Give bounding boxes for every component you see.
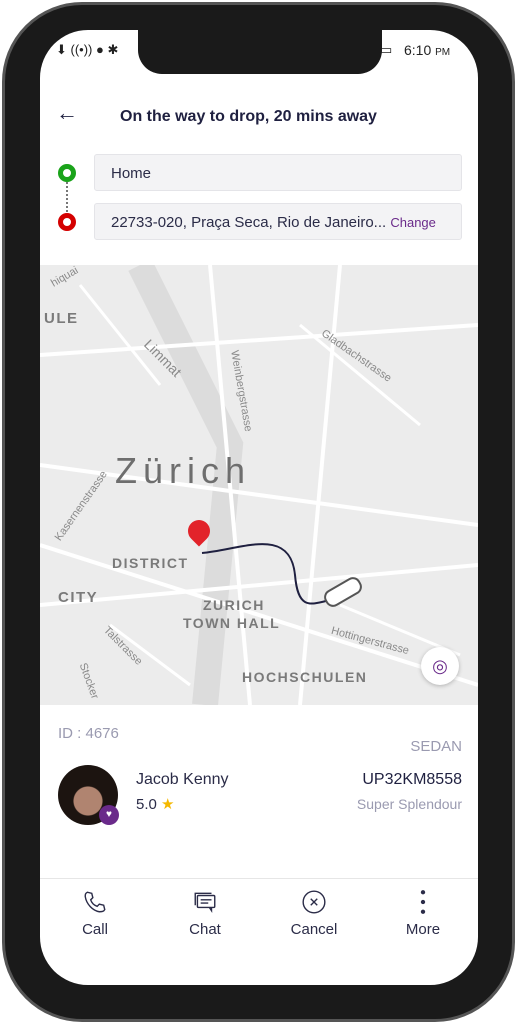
chat-icon	[194, 892, 216, 913]
drop-field[interactable]: 22733-020, Praça Seca, Rio de Janeiro...…	[94, 203, 462, 240]
back-arrow-icon[interactable]: ←	[56, 100, 78, 126]
map-label: HOCHSCHULEN	[242, 669, 368, 685]
call-button[interactable]: Call	[50, 889, 140, 938]
map-roads	[40, 265, 478, 705]
map-label: CITY	[58, 589, 99, 606]
locate-me-icon[interactable]: ◎	[421, 647, 459, 685]
route-connector	[66, 182, 68, 212]
pickup-field[interactable]: Home	[94, 154, 462, 191]
status-ampm: PM	[435, 47, 451, 58]
map-label: ULE	[44, 310, 79, 327]
vehicle-type: SEDAN	[410, 738, 462, 755]
driver-rating: 5.0	[136, 796, 157, 813]
map-label: DISTRICT	[112, 555, 189, 571]
pickup-dot-icon	[58, 164, 76, 182]
pickup-value: Home	[111, 165, 152, 182]
status-icons: ⬇ ((•)) ● ✱	[56, 42, 119, 57]
driver-name: Jacob Kenny	[136, 771, 229, 788]
vehicle-model: Super Splendour	[356, 796, 462, 812]
cancel-button[interactable]: Cancel	[269, 889, 359, 938]
battery-icon: ▭	[380, 42, 393, 57]
ride-info: ID : 4676 SEDAN ♥ Jacob Kenny 5.0 ★ UP32…	[40, 705, 478, 905]
cancel-icon	[302, 890, 326, 914]
more-button[interactable]: More	[378, 889, 468, 938]
bottom-actions: Call Chat Cancel More	[40, 878, 478, 985]
map[interactable]: hiquai ULE Limmat Weinbergstrasse Gladba…	[40, 264, 478, 705]
chat-button[interactable]: Chat	[160, 889, 250, 938]
change-link[interactable]: Change	[390, 215, 436, 230]
vehicle-plate: UP32KM8558	[362, 771, 462, 788]
map-label: ZURICH	[203, 597, 265, 613]
drop-value: 22733-020, Praça Seca, Rio de Janeiro...	[111, 214, 387, 231]
heart-badge-icon: ♥	[99, 805, 119, 825]
map-label-city: Zürich	[115, 450, 252, 491]
drop-dot-icon	[58, 213, 76, 231]
cancel-label: Cancel	[290, 921, 338, 938]
notch	[138, 30, 382, 74]
header: ← On the way to drop, 20 mins away	[40, 92, 478, 142]
more-vertical-icon	[420, 890, 426, 914]
call-label: Call	[82, 921, 108, 938]
more-label: More	[405, 921, 441, 938]
screen: ⬇ ((•)) ● ✱ ▭ 6:10 PM ← On the way to dr…	[40, 30, 478, 985]
chat-label: Chat	[189, 921, 221, 938]
status-time: 6:10	[404, 42, 432, 58]
phone-icon	[84, 891, 106, 913]
page-title: On the way to drop, 20 mins away	[120, 108, 377, 125]
star-icon: ★	[161, 796, 175, 813]
ride-id: ID : 4676	[58, 725, 119, 742]
map-label: TOWN HALL	[183, 615, 281, 631]
